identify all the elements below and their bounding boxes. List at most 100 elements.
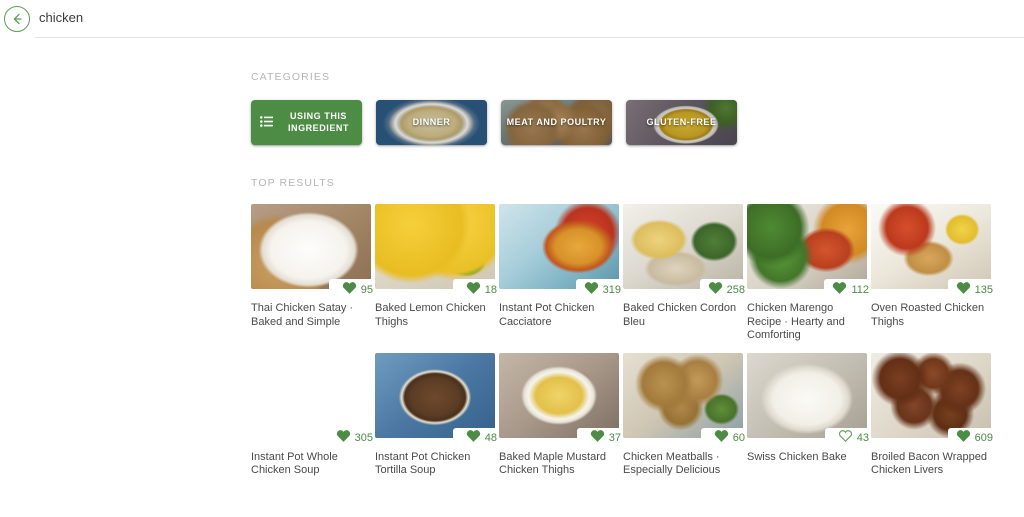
heart-filled-icon <box>466 281 481 300</box>
recipe-card[interactable]: 48 Instant Pot Chicken Tortilla Soup <box>375 352 499 478</box>
like-badge[interactable]: 305 <box>327 427 375 450</box>
recipe-title: Chicken Marengo Recipe · Hearty and Comf… <box>747 302 845 341</box>
recipe-card[interactable]: 60 Chicken Meatballs · Especially Delicio… <box>623 352 747 478</box>
like-badge[interactable]: 258 <box>699 279 747 301</box>
categories-row: USING THIS INGREDIENT DINNER MEAT AND PO… <box>251 100 981 145</box>
recipe-thumbnail <box>251 204 371 289</box>
recipe-card[interactable]: 258 Baked Chicken Cordon Bleu <box>623 204 747 343</box>
recipe-card[interactable]: 18 Baked Lemon Chicken Thighs <box>375 204 499 343</box>
recipe-title: Oven Roasted Chicken Thighs <box>871 302 985 328</box>
recipe-card[interactable]: 43 Swiss Chicken Bake <box>747 352 871 478</box>
recipe-title: Thai Chicken Satay · Baked and Simple <box>251 302 354 328</box>
recipe-title: Baked Chicken Cordon Bleu <box>623 302 737 328</box>
like-badge[interactable]: 112 <box>824 279 871 301</box>
categories-section-label: CATEGORIES <box>251 71 331 83</box>
recipe-title: Chicken Meatballs · Especially Delicious <box>623 450 721 477</box>
recipe-thumbnail <box>623 352 743 438</box>
recipe-thumbnail-wrapper[interactable]: 48 <box>375 352 499 450</box>
like-count: 258 <box>726 283 745 296</box>
heart-filled-icon <box>956 281 971 300</box>
recipe-card[interactable]: 37 Baked Maple Mustard Chicken Thighs <box>499 352 623 478</box>
category-card-gluten-free[interactable]: GLUTEN-FREE <box>626 100 737 145</box>
recipe-title: Instant Pot Whole Chicken Soup <box>251 450 338 477</box>
recipe-thumbnail-wrapper[interactable]: 43 <box>747 352 871 450</box>
recipe-thumbnail-wrapper[interactable]: 305 <box>251 353 375 450</box>
recipe-card[interactable]: 305 Instant Pot Whole Chicken Soup <box>251 353 375 478</box>
category-label: MEAT AND POULTRY <box>506 116 607 127</box>
recipe-thumbnail <box>871 352 991 438</box>
recipe-thumbnail-wrapper[interactable]: 135 <box>871 204 995 301</box>
recipe-thumbnail-wrapper[interactable]: 112 <box>747 204 871 301</box>
heart-filled-icon <box>708 281 723 300</box>
recipe-title: Instant Pot Chicken Cacciatore <box>499 302 595 328</box>
heart-filled-icon <box>590 429 605 448</box>
recipe-thumbnail-wrapper[interactable]: 37 <box>499 352 623 450</box>
like-badge[interactable]: 95 <box>329 279 375 301</box>
like-count: 135 <box>974 283 993 296</box>
results-grid: 95 Thai Chicken Satay · Baked and Simple 1… <box>251 204 995 478</box>
results-section-label: TOP RESULTS <box>251 177 335 189</box>
recipe-thumbnail <box>251 353 371 438</box>
recipe-card[interactable]: 609 Broiled Bacon Wrapped Chicken Livers <box>871 352 995 478</box>
recipe-thumbnail-wrapper[interactable]: 18 <box>375 204 499 301</box>
heart-filled-icon <box>956 429 971 448</box>
recipe-card[interactable]: 319 Instant Pot Chicken Cacciatore <box>499 204 623 343</box>
list-icon <box>260 114 273 132</box>
category-label: USING THIS INGREDIENT <box>287 111 349 133</box>
heart-filled-icon <box>714 429 729 448</box>
heart-filled-icon <box>336 429 351 448</box>
recipe-thumbnail-wrapper[interactable]: 609 <box>871 352 995 450</box>
recipe-thumbnail-wrapper[interactable]: 258 <box>623 204 747 301</box>
recipe-card[interactable]: 112 Chicken Marengo Recipe · Hearty and C… <box>747 204 871 343</box>
like-badge[interactable]: 37 <box>577 427 623 450</box>
recipe-title: Baked Maple Mustard Chicken Thighs <box>499 450 606 477</box>
like-count: 609 <box>974 432 993 444</box>
like-badge[interactable]: 48 <box>453 427 499 450</box>
recipe-thumbnail <box>375 352 495 438</box>
like-count: 60 <box>732 432 745 444</box>
recipe-title: Baked Lemon Chicken Thighs <box>375 302 486 328</box>
like-count: 18 <box>484 283 497 296</box>
like-count: 305 <box>354 432 373 444</box>
category-card-meat-and-poultry[interactable]: MEAT AND POULTRY <box>501 100 612 145</box>
search-bar <box>0 0 1024 38</box>
like-badge[interactable]: 609 <box>947 427 995 450</box>
back-button[interactable] <box>4 6 30 32</box>
heart-filled-icon <box>466 429 481 448</box>
like-badge[interactable]: 18 <box>453 279 499 301</box>
recipe-title: Swiss Chicken Bake <box>747 450 847 463</box>
like-badge[interactable]: 319 <box>575 279 623 301</box>
heart-filled-icon <box>584 281 599 300</box>
category-label: GLUTEN-FREE <box>646 116 717 127</box>
like-count: 43 <box>856 432 869 444</box>
like-count: 95 <box>360 283 373 296</box>
heart-outline-icon <box>838 429 853 448</box>
heart-filled-icon <box>342 281 357 300</box>
category-card-using-this-ingredient[interactable]: USING THIS INGREDIENT <box>251 100 362 145</box>
heart-filled-icon <box>832 281 847 300</box>
recipe-thumbnail <box>375 204 495 289</box>
recipe-card[interactable]: 135 Oven Roasted Chicken Thighs <box>871 204 995 343</box>
recipe-thumbnail <box>747 352 867 438</box>
search-input[interactable] <box>35 10 1024 27</box>
search-field-wrapper <box>35 0 1024 38</box>
category-card-dinner[interactable]: DINNER <box>376 100 487 145</box>
recipe-thumbnail <box>499 204 619 289</box>
like-count: 37 <box>608 432 621 444</box>
recipe-title: Broiled Bacon Wrapped Chicken Livers <box>871 450 987 477</box>
recipe-thumbnail-wrapper[interactable]: 60 <box>623 352 747 450</box>
recipe-thumbnail <box>747 204 867 289</box>
like-count: 112 <box>851 283 869 296</box>
like-count: 48 <box>484 432 497 444</box>
recipe-thumbnail <box>871 204 991 289</box>
recipe-card[interactable]: 95 Thai Chicken Satay · Baked and Simple <box>251 204 375 343</box>
recipe-thumbnail-wrapper[interactable]: 95 <box>251 204 375 301</box>
recipe-thumbnail <box>623 204 743 289</box>
recipe-title: Instant Pot Chicken Tortilla Soup <box>375 450 471 477</box>
like-badge[interactable]: 43 <box>825 427 871 450</box>
content-column: CATEGORIES USING THIS INGREDIENT DINNER <box>251 38 995 478</box>
arrow-left-circle-icon <box>10 12 24 26</box>
like-badge[interactable]: 135 <box>947 279 995 301</box>
recipe-thumbnail-wrapper[interactable]: 319 <box>499 204 623 301</box>
like-badge[interactable]: 60 <box>701 427 747 450</box>
